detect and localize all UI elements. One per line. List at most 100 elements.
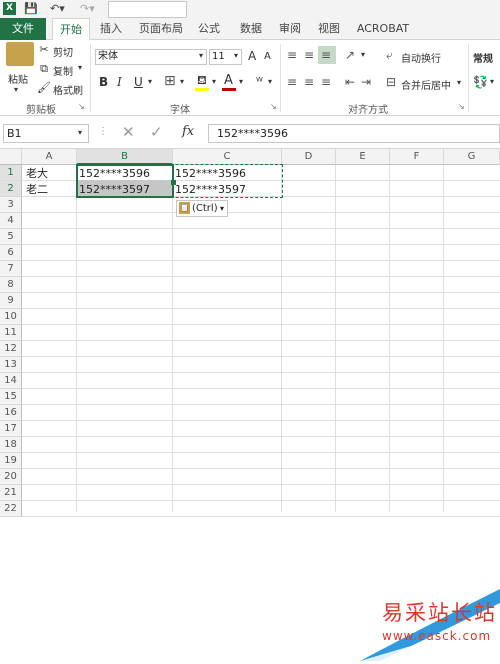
cell-c1[interactable]: 152****3596 (175, 166, 246, 181)
format-painter-icon[interactable]: 🖌 (37, 81, 51, 95)
formula-input[interactable]: 152****3596 (208, 124, 500, 143)
row-header[interactable]: 8 (0, 277, 22, 293)
row-header[interactable]: 18 (0, 437, 22, 453)
column-header-g[interactable]: G (444, 149, 500, 165)
column-header-b[interactable]: B (77, 149, 173, 165)
paste-options-button[interactable]: 📋 (Ctrl) ▾ (176, 200, 228, 217)
row-header[interactable]: 11 (0, 325, 22, 341)
bold-button[interactable]: B (99, 75, 108, 89)
row-header[interactable]: 17 (0, 421, 22, 437)
increase-indent-icon[interactable]: ⇥ (361, 75, 371, 89)
clipboard-launcher-icon[interactable]: ↘ (78, 102, 85, 111)
tab-review[interactable]: 审阅 (275, 18, 305, 40)
font-name-dropdown-icon[interactable]: ▾ (199, 51, 203, 60)
orientation-icon[interactable]: ↗ (345, 48, 355, 62)
fill-dropdown-icon[interactable]: ▾ (212, 77, 216, 86)
align-center-icon[interactable]: ≡ (304, 75, 314, 89)
accounting-dropdown-icon[interactable]: ▾ (490, 77, 494, 86)
row-header[interactable]: 9 (0, 293, 22, 309)
row-header[interactable]: 10 (0, 309, 22, 325)
row-header[interactable]: 19 (0, 453, 22, 469)
tab-acrobat[interactable]: ACROBAT (354, 18, 412, 40)
italic-button[interactable]: I (117, 75, 122, 89)
column-header-f[interactable]: F (390, 149, 444, 165)
cell-b1[interactable]: 152****3596 (79, 166, 150, 181)
underline-button[interactable]: U (134, 75, 143, 89)
align-bottom-icon[interactable]: ≡ (321, 48, 331, 62)
column-header-c[interactable]: C (173, 149, 282, 165)
increase-font-icon[interactable]: A (248, 49, 256, 63)
font-color-icon[interactable]: A (224, 73, 233, 88)
row-header[interactable]: 22 (0, 501, 22, 517)
phonetic-icon[interactable]: ᵂ (256, 75, 263, 88)
redo-icon[interactable]: ↷▾ (80, 2, 95, 16)
align-middle-icon[interactable]: ≡ (304, 48, 314, 62)
align-top-icon[interactable]: ≡ (287, 48, 297, 62)
copy-dropdown-icon[interactable]: ▾ (78, 63, 82, 72)
font-size-dropdown-icon[interactable]: ▾ (234, 51, 238, 60)
row-header[interactable]: 12 (0, 341, 22, 357)
name-box[interactable]: B1 (3, 124, 89, 143)
cell-a1[interactable]: 老大 (26, 166, 48, 181)
cancel-icon[interactable]: ✕ (122, 123, 135, 141)
tab-home[interactable]: 开始 (52, 18, 90, 42)
font-color-dropdown-icon[interactable]: ▾ (239, 77, 243, 86)
column-header-e[interactable]: E (336, 149, 390, 165)
tab-insert[interactable]: 插入 (96, 18, 126, 40)
row-header[interactable]: 2 (0, 181, 22, 197)
tab-data[interactable]: 数据 (236, 18, 266, 40)
number-format-select[interactable]: 常规 (473, 50, 493, 65)
undo-icon[interactable]: ↶▾ (50, 2, 65, 16)
row-header[interactable]: 21 (0, 485, 22, 501)
row-header[interactable]: 4 (0, 213, 22, 229)
decrease-font-icon[interactable]: A (264, 51, 271, 62)
cut-icon[interactable]: ✂ (37, 43, 51, 57)
borders-icon[interactable]: ⊞ (164, 73, 176, 89)
column-header-a[interactable]: A (22, 149, 77, 165)
row-header[interactable]: 15 (0, 389, 22, 405)
copy-button[interactable]: 复制 (53, 63, 73, 78)
row-header[interactable]: 7 (0, 261, 22, 277)
tab-page-layout[interactable]: 页面布局 (136, 18, 186, 40)
save-icon[interactable]: 💾 (24, 2, 38, 16)
tab-formulas[interactable]: 公式 (194, 18, 224, 40)
cell-c2[interactable]: 152****3597 (175, 182, 246, 197)
phonetic-dropdown-icon[interactable]: ▾ (268, 77, 272, 86)
fill-color-icon[interactable]: ⛾ (197, 73, 207, 89)
decrease-indent-icon[interactable]: ⇤ (345, 75, 355, 89)
row-header[interactable]: 14 (0, 373, 22, 389)
font-launcher-icon[interactable]: ↘ (270, 102, 277, 111)
font-name-select[interactable]: 宋体 (95, 49, 207, 65)
tab-file[interactable]: 文件 (0, 18, 46, 40)
row-header[interactable]: 16 (0, 405, 22, 421)
format-painter-button[interactable]: 格式刷 (53, 82, 83, 97)
paste-button[interactable]: 粘贴 (8, 71, 28, 86)
align-left-icon[interactable]: ≡ (287, 75, 297, 89)
row-header[interactable]: 5 (0, 229, 22, 245)
alignment-launcher-icon[interactable]: ↘ (458, 102, 465, 111)
row-header[interactable]: 20 (0, 469, 22, 485)
column-header-d[interactable]: D (282, 149, 336, 165)
wrap-text-icon[interactable]: ⤶ (386, 48, 393, 63)
merge-center-button[interactable]: 合并后居中 (401, 77, 451, 92)
merge-center-icon[interactable]: ⊟ (386, 75, 396, 89)
underline-dropdown-icon[interactable]: ▾ (148, 77, 152, 86)
align-right-icon[interactable]: ≡ (321, 75, 331, 89)
wrap-text-button[interactable]: 自动换行 (401, 50, 441, 65)
paste-dropdown-icon[interactable]: ▾ (14, 85, 18, 94)
enter-icon[interactable]: ✓ (150, 123, 163, 141)
row-header[interactable]: 13 (0, 357, 22, 373)
row-header[interactable]: 6 (0, 245, 22, 261)
spreadsheet-grid[interactable]: A B C D E F G 1 2 3 4 5 6 7 8 9 10 11 12 13 14 15 16 17 1… (0, 149, 500, 661)
copy-icon[interactable]: ⧉ (37, 62, 51, 76)
orientation-dropdown-icon[interactable]: ▾ (361, 50, 365, 59)
accounting-format-icon[interactable]: 💱 (473, 75, 488, 89)
name-box-dropdown-icon[interactable]: ▾ (78, 128, 82, 137)
row-header[interactable]: 1 (0, 165, 22, 181)
cut-button[interactable]: 剪切 (53, 44, 73, 59)
cell-b2[interactable]: 152****3597 (79, 182, 150, 197)
cell-a2[interactable]: 老二 (26, 182, 48, 197)
insert-function-button[interactable]: fx (182, 124, 194, 139)
merge-dropdown-icon[interactable]: ▾ (457, 78, 461, 87)
select-all-corner[interactable] (0, 149, 22, 165)
